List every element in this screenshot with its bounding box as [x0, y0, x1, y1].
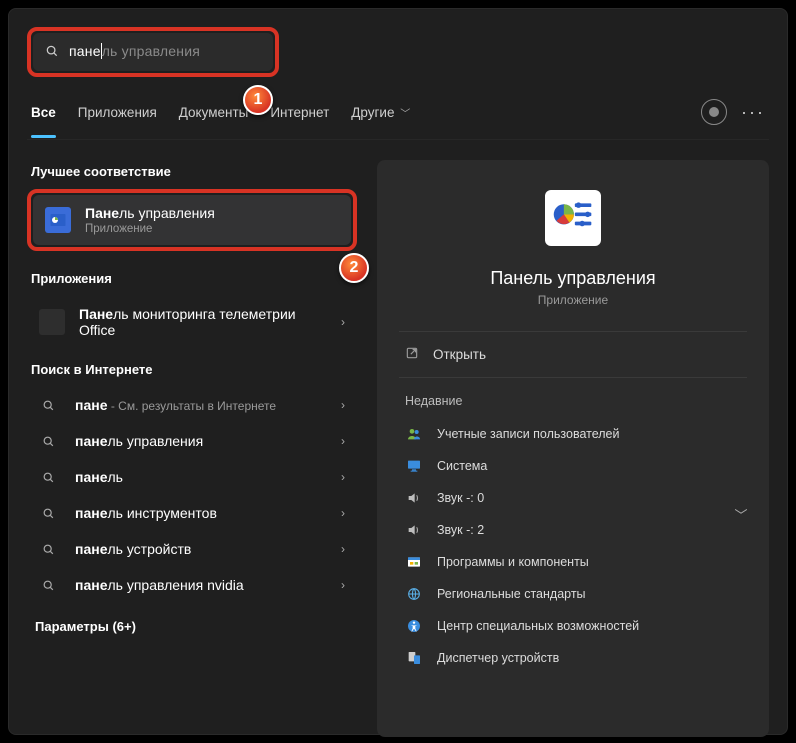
result-title: панель инструментов: [75, 505, 217, 521]
chevron-down-icon: ﹀: [397, 109, 410, 120]
chevron-right-icon: ›: [341, 470, 345, 484]
content-columns: Лучшее соответствие Панель управления Пр…: [27, 160, 769, 737]
result-title: панель: [75, 469, 123, 485]
result-subtitle: Приложение: [85, 223, 215, 235]
recent-item[interactable]: Диспетчер устройств: [383, 642, 763, 674]
chevron-right-icon: ›: [341, 506, 345, 520]
recent-item[interactable]: Программы и компоненты: [383, 546, 763, 578]
recent-item[interactable]: Региональные стандарты: [383, 578, 763, 610]
best-match-result[interactable]: Панель управления Приложение: [33, 195, 351, 245]
chevron-right-icon: ›: [341, 315, 345, 329]
recent-item[interactable]: Звук -: 0: [383, 482, 763, 514]
app-result[interactable]: Панель мониторинга телеметрии Office ›: [27, 296, 357, 348]
search-icon: [35, 399, 61, 412]
web-search-result[interactable]: панель управления nvidia ›: [27, 567, 357, 603]
tab-internet[interactable]: Интернет: [270, 101, 329, 124]
search-window: панель управления 1 2 Все Приложения Док…: [8, 8, 788, 735]
app-icon: [39, 309, 65, 335]
section-web: Поиск в Интернете: [31, 362, 357, 377]
recent-item-label: Диспетчер устройств: [437, 651, 559, 665]
expand-button[interactable]: ﹀: [727, 500, 755, 528]
preview-pane: Панель управления Приложение Открыть ﹀ Н…: [377, 160, 769, 737]
monitor-icon: [405, 457, 423, 475]
result-title: панель управления nvidia: [75, 577, 244, 593]
web-search-result[interactable]: панель управления ›: [27, 423, 357, 459]
search-icon: [45, 44, 59, 61]
chevron-right-icon: ›: [341, 578, 345, 592]
best-match-highlight-frame: Панель управления Приложение: [27, 189, 357, 251]
user-account-button[interactable]: [701, 99, 727, 125]
section-apps: Приложения: [31, 271, 357, 286]
recent-item-label: Учетные записи пользователей: [437, 427, 620, 441]
search-icon: [35, 471, 61, 484]
search-icon: [35, 435, 61, 448]
recent-item-label: Звук -: 0: [437, 491, 484, 505]
devices-icon: [405, 649, 423, 667]
web-search-result[interactable]: панель инструментов ›: [27, 495, 357, 531]
more-options-button[interactable]: ···: [741, 102, 765, 123]
speaker-icon: [405, 521, 423, 539]
tab-documents[interactable]: Документы: [179, 101, 249, 124]
chevron-right-icon: ›: [341, 542, 345, 556]
control-panel-large-icon: [545, 190, 601, 246]
search-icon: [35, 579, 61, 592]
chevron-right-icon: ›: [341, 398, 345, 412]
preview-title: Панель управления: [383, 268, 763, 289]
globe-icon: [405, 585, 423, 603]
chevron-right-icon: ›: [341, 434, 345, 448]
open-icon: [405, 346, 419, 363]
recent-item-label: Центр специальных возможностей: [437, 619, 639, 633]
section-params[interactable]: Параметры (6+): [35, 619, 357, 634]
recent-item-label: Звук -: 2: [437, 523, 484, 537]
search-input[interactable]: панель управления: [33, 33, 273, 71]
tab-more[interactable]: Другие ﹀: [351, 101, 410, 124]
search-highlight-frame: панель управления: [27, 27, 279, 77]
open-label: Открыть: [433, 347, 486, 362]
search-icon: [35, 543, 61, 556]
control-panel-icon: [45, 207, 71, 233]
recent-item-label: Региональные стандарты: [437, 587, 586, 601]
search-icon: [35, 507, 61, 520]
web-search-result[interactable]: панель устройств ›: [27, 531, 357, 567]
filter-tabs: Все Приложения Документы Интернет Другие…: [27, 99, 769, 140]
web-search-result[interactable]: панель ›: [27, 459, 357, 495]
recent-section-title: Недавние: [383, 378, 763, 418]
results-column: Лучшее соответствие Панель управления Пр…: [27, 160, 357, 737]
tab-all[interactable]: Все: [31, 101, 56, 124]
result-title: пане - См. результаты в Интернете: [75, 397, 276, 413]
annotation-marker-1: 1: [243, 85, 273, 115]
recent-item-label: Система: [437, 459, 487, 473]
users-icon: [405, 425, 423, 443]
search-text: панель управления: [69, 43, 200, 61]
recent-item[interactable]: Звук -: 2: [383, 514, 763, 546]
result-title: панель устройств: [75, 541, 191, 557]
recent-item[interactable]: Учетные записи пользователей: [383, 418, 763, 450]
programs-icon: [405, 553, 423, 571]
result-title: Панель управления: [85, 205, 215, 221]
speaker-icon: [405, 489, 423, 507]
result-title: панель управления: [75, 433, 203, 449]
section-best-match: Лучшее соответствие: [31, 164, 357, 179]
access-icon: [405, 617, 423, 635]
recent-item[interactable]: Система: [383, 450, 763, 482]
tab-apps[interactable]: Приложения: [78, 101, 157, 124]
annotation-marker-2: 2: [339, 253, 369, 283]
result-title: Панель мониторинга телеметрии Office: [79, 306, 299, 338]
open-action[interactable]: Открыть: [383, 332, 763, 377]
recent-item-label: Программы и компоненты: [437, 555, 589, 569]
web-search-result[interactable]: пане - См. результаты в Интернете ›: [27, 387, 357, 423]
recent-item[interactable]: Центр специальных возможностей: [383, 610, 763, 642]
preview-subtitle: Приложение: [383, 293, 763, 307]
